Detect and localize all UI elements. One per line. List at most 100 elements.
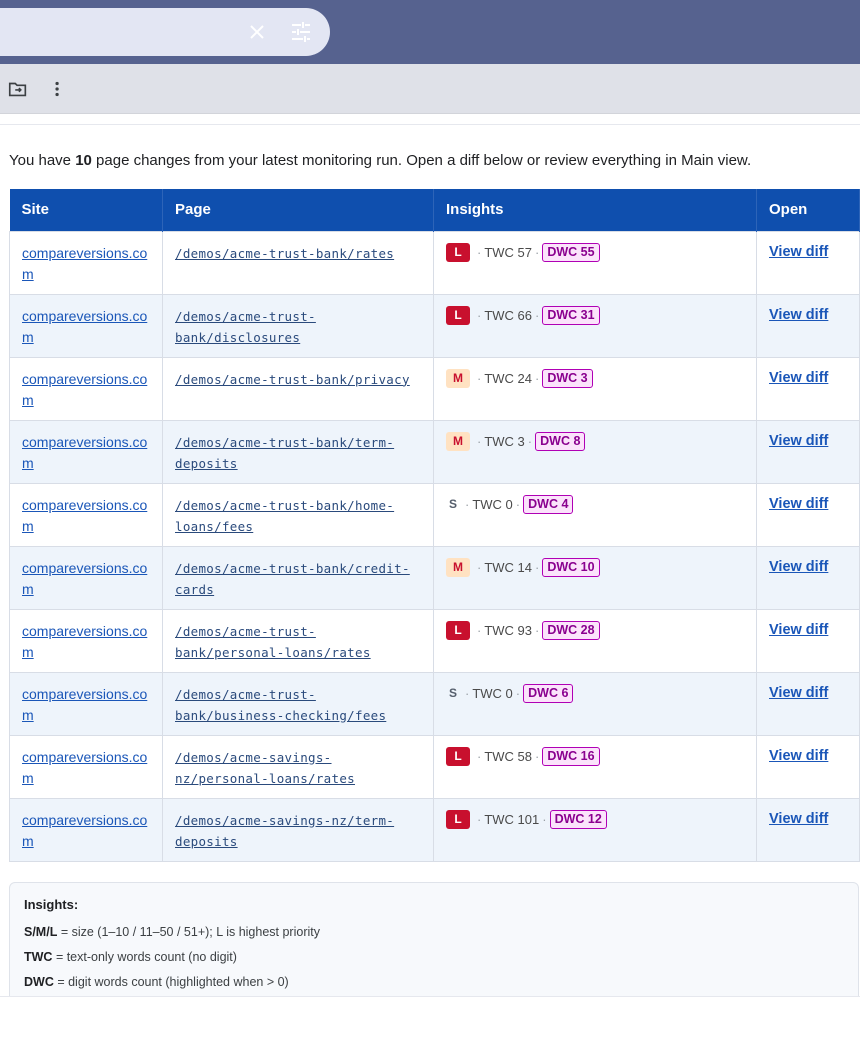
page-cell: /demos/acme-trust-bank/credit-cards — [162, 545, 434, 610]
open-cell: View diff — [756, 608, 860, 673]
twc-count: TWC 58 — [484, 749, 533, 764]
site-link[interactable]: compareversions.com — [22, 812, 147, 849]
legend-item: DWC = digit words count (highlighted whe… — [24, 975, 289, 989]
email-body: You have 10 page changes from your lates… — [0, 124, 860, 996]
move-to-folder-icon[interactable] — [7, 78, 29, 100]
open-cell: View diff — [756, 734, 860, 799]
page-cell: /demos/acme-trust-bank/term-deposits — [162, 419, 434, 484]
twc-count: TWC 0 — [472, 497, 513, 512]
site-link[interactable]: compareversions.com — [22, 308, 147, 345]
tune-icon[interactable] — [289, 20, 313, 44]
table-row: compareversions.com/demos/acme-savings-n… — [9, 797, 860, 862]
site-cell: compareversions.com — [9, 608, 163, 673]
size-badge: L — [446, 810, 470, 829]
site-link[interactable]: compareversions.com — [22, 749, 147, 786]
view-diff-link[interactable]: View diff — [769, 244, 828, 260]
site-link[interactable]: compareversions.com — [22, 497, 147, 534]
intro-text: You have 10 page changes from your lates… — [9, 152, 752, 169]
twc-count: TWC 57 — [484, 245, 533, 260]
twc-count: TWC 101 — [484, 812, 540, 827]
twc-count: TWC 3 — [484, 434, 525, 449]
table-row: compareversions.com/demos/acme-trust-ban… — [9, 671, 860, 736]
site-link[interactable]: compareversions.com — [22, 560, 147, 597]
view-diff-link[interactable]: View diff — [769, 685, 828, 701]
page-link[interactable]: /demos/acme-trust-bank/privacy — [175, 372, 410, 387]
page-link[interactable]: /demos/acme-trust-bank/credit-cards — [175, 561, 410, 597]
table-row: compareversions.com/demos/acme-trust-ban… — [9, 230, 860, 295]
top-bar — [0, 0, 860, 64]
open-cell: View diff — [756, 293, 860, 358]
twc-count: TWC 24 — [484, 371, 533, 386]
dwc-badge: DWC 6 — [523, 684, 574, 703]
size-badge: L — [446, 621, 470, 640]
toolbar — [0, 64, 860, 114]
dwc-badge: DWC 8 — [535, 432, 586, 451]
header-insights: Insights — [433, 189, 757, 231]
insights-cell: L · TWC 93 · DWC 28 — [433, 608, 757, 673]
size-badge: L — [446, 243, 470, 262]
site-cell: compareversions.com — [9, 356, 163, 421]
insights-cell: S · TWC 0 · DWC 4 — [433, 482, 757, 547]
site-link[interactable]: compareversions.com — [22, 245, 147, 282]
site-link[interactable]: compareversions.com — [22, 686, 147, 723]
page-link[interactable]: /demos/acme-trust-bank/business-checking… — [175, 687, 386, 723]
view-diff-link[interactable]: View diff — [769, 811, 828, 827]
site-link[interactable]: compareversions.com — [22, 623, 147, 660]
page-link[interactable]: /demos/acme-trust-bank/disclosures — [175, 309, 316, 345]
insights-cell: L · TWC 58 · DWC 16 — [433, 734, 757, 799]
view-diff-link[interactable]: View diff — [769, 307, 828, 323]
view-diff-link[interactable]: View diff — [769, 559, 828, 575]
table-row: compareversions.com/demos/acme-savings-n… — [9, 734, 860, 799]
page-cell: /demos/acme-trust-bank/personal-loans/ra… — [162, 608, 434, 673]
view-diff-link[interactable]: View diff — [769, 622, 828, 638]
open-cell: View diff — [756, 797, 860, 862]
page-link[interactable]: /demos/acme-trust-bank/rates — [175, 246, 394, 261]
size-badge: S — [448, 686, 457, 700]
site-cell: compareversions.com — [9, 482, 163, 547]
page-cell: /demos/acme-trust-bank/rates — [162, 230, 434, 295]
size-badge: M — [446, 432, 470, 451]
open-cell: View diff — [756, 482, 860, 547]
dwc-badge: DWC 55 — [542, 243, 600, 262]
view-diff-link[interactable]: View diff — [769, 748, 828, 764]
more-vert-icon[interactable] — [47, 78, 69, 100]
page-link[interactable]: /demos/acme-savings-nz/term-deposits — [175, 813, 394, 849]
header-site: Site — [9, 189, 163, 231]
table-row: compareversions.com/demos/acme-trust-ban… — [9, 545, 860, 610]
view-diff-link[interactable]: View diff — [769, 433, 828, 449]
twc-count: TWC 14 — [484, 560, 533, 575]
site-link[interactable]: compareversions.com — [22, 434, 147, 471]
close-icon[interactable] — [245, 20, 269, 44]
bottom-area — [0, 996, 860, 1059]
insights-cell: M · TWC 24 · DWC 3 — [433, 356, 757, 421]
insights-legend: Insights: S/M/L = size (1–10 / 11–50 / 5… — [9, 882, 859, 996]
table-row: compareversions.com/demos/acme-trust-ban… — [9, 419, 860, 484]
page-cell: /demos/acme-savings-nz/term-deposits — [162, 797, 434, 862]
insights-cell: M · TWC 3 · DWC 8 — [433, 419, 757, 484]
open-cell: View diff — [756, 545, 860, 610]
size-badge: L — [446, 306, 470, 325]
legend-item: S/M/L = size (1–10 / 11–50 / 51+); L is … — [24, 925, 320, 939]
site-link[interactable]: compareversions.com — [22, 371, 147, 408]
insights-cell: L · TWC 66 · DWC 31 — [433, 293, 757, 358]
view-diff-link[interactable]: View diff — [769, 496, 828, 512]
page-link[interactable]: /demos/acme-trust-bank/home-loans/fees — [175, 498, 394, 534]
table-row: compareversions.com/demos/acme-trust-ban… — [9, 482, 860, 547]
site-cell: compareversions.com — [9, 419, 163, 484]
dwc-badge: DWC 31 — [542, 306, 600, 325]
view-diff-link[interactable]: View diff — [769, 370, 828, 386]
page-link[interactable]: /demos/acme-savings-nz/personal-loans/ra… — [175, 750, 355, 786]
page-link[interactable]: /demos/acme-trust-bank/term-deposits — [175, 435, 394, 471]
open-cell: View diff — [756, 356, 860, 421]
dwc-badge: DWC 28 — [542, 621, 600, 640]
insights-cell: L · TWC 101 · DWC 12 — [433, 797, 757, 862]
site-cell: compareversions.com — [9, 671, 163, 736]
page-cell: /demos/acme-trust-bank/home-loans/fees — [162, 482, 434, 547]
insights-cell: S · TWC 0 · DWC 6 — [433, 671, 757, 736]
search-bar[interactable] — [0, 8, 330, 56]
open-cell: View diff — [756, 230, 860, 295]
dwc-badge: DWC 4 — [523, 495, 574, 514]
insights-cell: L · TWC 57 · DWC 55 — [433, 230, 757, 295]
page-link[interactable]: /demos/acme-trust-bank/personal-loans/ra… — [175, 624, 371, 660]
page-cell: /demos/acme-trust-bank/business-checking… — [162, 671, 434, 736]
